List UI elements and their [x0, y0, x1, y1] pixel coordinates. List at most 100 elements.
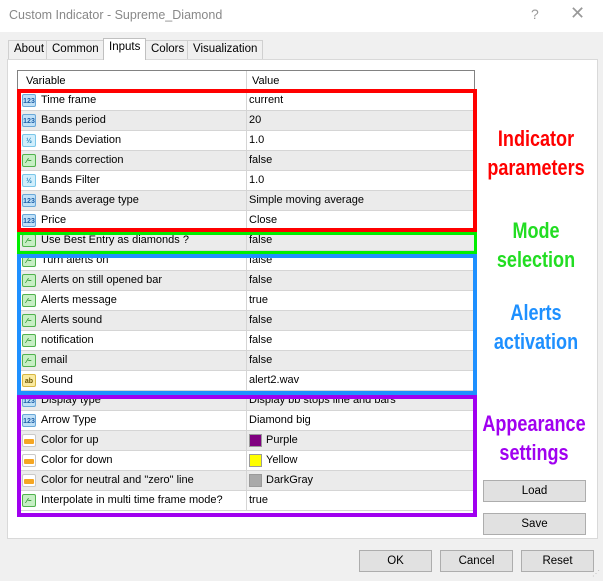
- variable-name: Use Best Entry as diamonds ?: [41, 234, 189, 246]
- color-swatch[interactable]: [249, 434, 262, 447]
- column-divider: [246, 91, 247, 111]
- table-row[interactable]: ab Sound alert2.wav: [18, 371, 474, 391]
- column-divider: [246, 411, 247, 431]
- table-row[interactable]: ⁄~ Interpolate in multi time frame mode? t…: [18, 491, 474, 511]
- column-divider: [246, 431, 247, 451]
- variable-value[interactable]: false: [249, 254, 272, 266]
- table-row[interactable]: 123 Bands period 20: [18, 111, 474, 131]
- color-icon: [22, 474, 36, 487]
- column-divider: [246, 151, 247, 171]
- annotation-indicator-parameters: Indicator parameters: [487, 126, 585, 180]
- title-bar: Custom Indicator - Supreme_Diamond ? ✕: [0, 0, 603, 32]
- column-divider: [246, 351, 247, 371]
- annotation-alerts-activation: Alerts activation: [493, 300, 579, 354]
- bool-icon: ⁄~: [22, 354, 36, 367]
- int-icon: 123: [22, 94, 36, 107]
- annotation-mode-selection: Mode selection: [496, 218, 576, 272]
- table-row[interactable]: ⁄~ Alerts on still opened bar false: [18, 271, 474, 291]
- variable-name: Sound: [41, 374, 73, 386]
- column-divider: [246, 171, 247, 191]
- cancel-button[interactable]: Cancel: [440, 550, 513, 572]
- variable-name: Color for down: [41, 454, 113, 466]
- variable-name: Alerts message: [41, 294, 117, 306]
- table-row[interactable]: 123 Arrow Type Diamond big: [18, 411, 474, 431]
- column-divider: [246, 291, 247, 311]
- table-row[interactable]: ⁄~ email false: [18, 351, 474, 371]
- load-button[interactable]: Load: [483, 480, 586, 502]
- variable-value[interactable]: false: [249, 234, 272, 246]
- variable-value[interactable]: false: [249, 314, 272, 326]
- tab-colors[interactable]: Colors: [145, 40, 191, 59]
- table-row[interactable]: ⁄~ Alerts message true: [18, 291, 474, 311]
- column-divider: [246, 271, 247, 291]
- table-row[interactable]: ⁄~ Bands correction false: [18, 151, 474, 171]
- bool-icon: ⁄~: [22, 254, 36, 267]
- ok-button[interactable]: OK: [359, 550, 432, 572]
- column-divider: [246, 131, 247, 151]
- column-divider: [246, 451, 247, 471]
- tab-common[interactable]: Common: [46, 40, 105, 59]
- table-row[interactable]: Color for neutral and "zero" line DarkGra…: [18, 471, 474, 491]
- tab-about[interactable]: About: [8, 40, 51, 59]
- table-row[interactable]: Color for up Purple: [18, 431, 474, 451]
- grid-header: Variable Value: [18, 71, 474, 91]
- reset-button[interactable]: Reset: [521, 550, 594, 572]
- variable-value[interactable]: Purple: [266, 434, 298, 446]
- int-icon: 123: [22, 214, 36, 227]
- column-header-value[interactable]: Value: [252, 75, 279, 87]
- variable-value[interactable]: false: [249, 154, 272, 166]
- variable-name: Display type: [41, 394, 101, 406]
- variable-value[interactable]: false: [249, 334, 272, 346]
- table-row[interactable]: ½ Bands Deviation 1.0: [18, 131, 474, 151]
- variable-value[interactable]: 1.0: [249, 174, 264, 186]
- variable-value[interactable]: 20: [249, 114, 261, 126]
- variable-name: email: [41, 354, 68, 366]
- int-icon: 123: [22, 194, 36, 207]
- variable-value[interactable]: Display bb stops line and bars: [249, 394, 396, 406]
- column-divider: [246, 111, 247, 131]
- table-row[interactable]: ⁄~ Use Best Entry as diamonds ? false: [18, 231, 474, 251]
- variable-value[interactable]: 1.0: [249, 134, 264, 146]
- int-icon: 123: [22, 114, 36, 127]
- table-row[interactable]: ⁄~ notification false: [18, 331, 474, 351]
- variable-value[interactable]: false: [249, 354, 272, 366]
- color-icon: [22, 454, 36, 467]
- variable-value[interactable]: true: [249, 494, 268, 506]
- close-icon[interactable]: ✕: [570, 3, 585, 24]
- table-row[interactable]: 123 Time frame current: [18, 91, 474, 111]
- column-divider: [246, 331, 247, 351]
- table-row[interactable]: ½ Bands Filter 1.0: [18, 171, 474, 191]
- column-divider[interactable]: [246, 71, 247, 91]
- variable-value[interactable]: alert2.wav: [249, 374, 299, 386]
- variable-value[interactable]: Yellow: [266, 454, 297, 466]
- tab-visualization[interactable]: Visualization: [187, 40, 264, 59]
- string-icon: ab: [22, 374, 36, 387]
- variable-value[interactable]: Simple moving average: [249, 194, 364, 206]
- help-icon[interactable]: ?: [531, 6, 539, 22]
- color-swatch[interactable]: [249, 454, 262, 467]
- variable-name: Interpolate in multi time frame mode?: [41, 494, 223, 506]
- double-icon: ½: [22, 174, 36, 187]
- variable-value[interactable]: current: [249, 94, 283, 106]
- table-row[interactable]: Color for down Yellow: [18, 451, 474, 471]
- variable-value[interactable]: true: [249, 294, 268, 306]
- color-swatch[interactable]: [249, 474, 262, 487]
- window-title: Custom Indicator - Supreme_Diamond: [9, 8, 223, 22]
- variable-value[interactable]: DarkGray: [266, 474, 313, 486]
- tab-inputs[interactable]: Inputs: [103, 38, 147, 60]
- column-divider: [246, 491, 247, 511]
- resize-grip-icon[interactable]: ⋰: [592, 570, 601, 579]
- column-header-variable[interactable]: Variable: [26, 75, 66, 87]
- variable-value[interactable]: false: [249, 274, 272, 286]
- table-row[interactable]: 123 Display type Display bb stops line and…: [18, 391, 474, 411]
- variable-value[interactable]: Diamond big: [249, 414, 311, 426]
- table-row[interactable]: ⁄~ Turn alerts on false: [18, 251, 474, 271]
- column-divider: [246, 191, 247, 211]
- column-divider: [246, 311, 247, 331]
- table-row[interactable]: 123 Price Close: [18, 211, 474, 231]
- table-row[interactable]: ⁄~ Alerts sound false: [18, 311, 474, 331]
- save-button[interactable]: Save: [483, 513, 586, 535]
- variable-value[interactable]: Close: [249, 214, 277, 226]
- table-row[interactable]: 123 Bands average type Simple moving avera…: [18, 191, 474, 211]
- variable-name: Price: [41, 214, 67, 226]
